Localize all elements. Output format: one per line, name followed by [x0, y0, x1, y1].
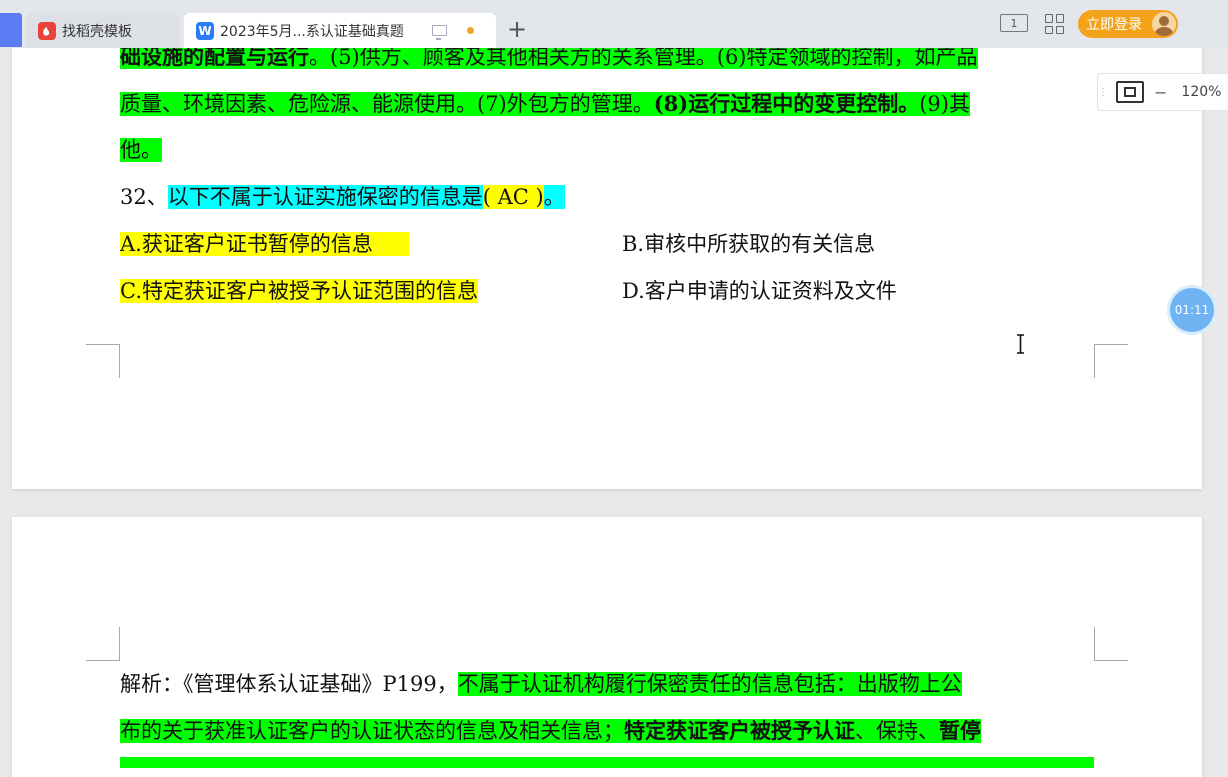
page-corner-mark	[1094, 344, 1128, 378]
text-cursor-icon	[1017, 334, 1024, 354]
wps-writer-icon: W	[196, 21, 214, 40]
drag-handle-icon[interactable]: ⋮	[1098, 74, 1108, 110]
tab-active-document[interactable]: W 2023年5月...系认证基础真题	[184, 13, 496, 48]
tab-docer-templates[interactable]: 找稻壳模板	[26, 13, 180, 48]
tab-bar: 找稻壳模板 W 2023年5月...系认证基础真题 + 1 立即登录	[0, 0, 1228, 48]
highlight-fragment	[120, 757, 1094, 768]
zoom-control: ⋮ − 120%	[1097, 73, 1228, 111]
question-answer: ( AC )	[482, 185, 544, 209]
tab-label: 2023年5月...系认证基础真题	[220, 23, 404, 40]
option-a: A.获证客户证书暂停的信息	[120, 228, 409, 261]
avatar	[1152, 12, 1176, 36]
question-32: 32、以下不属于认证实施保密的信息是( AC )。	[120, 185, 565, 209]
doc-line: 他。	[120, 138, 162, 162]
screen-cast-icon[interactable]	[431, 25, 447, 40]
zoom-level[interactable]: 120%	[1181, 84, 1221, 100]
option-d: D.客户申请的认证资料及文件	[622, 279, 897, 303]
zoom-out-button[interactable]: −	[1154, 83, 1167, 102]
page-corner-mark	[1094, 627, 1128, 661]
timer-badge[interactable]: 01:11	[1170, 288, 1214, 332]
reading-mode-icon[interactable]: 1	[1000, 14, 1028, 32]
option-c: C.特定获证客户被授予认证范围的信息	[120, 279, 478, 303]
page-corner-mark	[86, 627, 120, 661]
apps-grid-icon[interactable]	[1045, 14, 1065, 34]
unsaved-dot-icon	[466, 27, 474, 34]
analysis-line: 解析：《管理体系认证基础》P199，不属于认证机构履行保密责任的信息包括：出版物…	[120, 672, 962, 696]
sidebar-toggle[interactable]	[0, 13, 22, 47]
question-text: 以下不属于认证实施保密的信息是	[167, 185, 483, 209]
docer-logo-icon	[38, 21, 56, 40]
tab-label: 找稻壳模板	[62, 23, 132, 40]
new-tab-button[interactable]: +	[506, 16, 528, 44]
page-corner-mark	[86, 344, 120, 378]
analysis-line: 布的关于获准认证客户的认证状态的信息及相关信息；特定获证客户被授予认证、保持、暂…	[120, 718, 981, 743]
question-number: 32、	[120, 185, 168, 209]
option-b: B.审核中所获取的有关信息	[622, 232, 876, 256]
doc-line: 质量、环境因素、危险源、能源使用。(7)外包方的管理。(8)运行过程中的变更控制…	[120, 91, 970, 116]
login-button[interactable]: 立即登录	[1078, 10, 1178, 38]
login-label: 立即登录	[1086, 17, 1142, 33]
fit-page-icon[interactable]	[1116, 81, 1144, 103]
